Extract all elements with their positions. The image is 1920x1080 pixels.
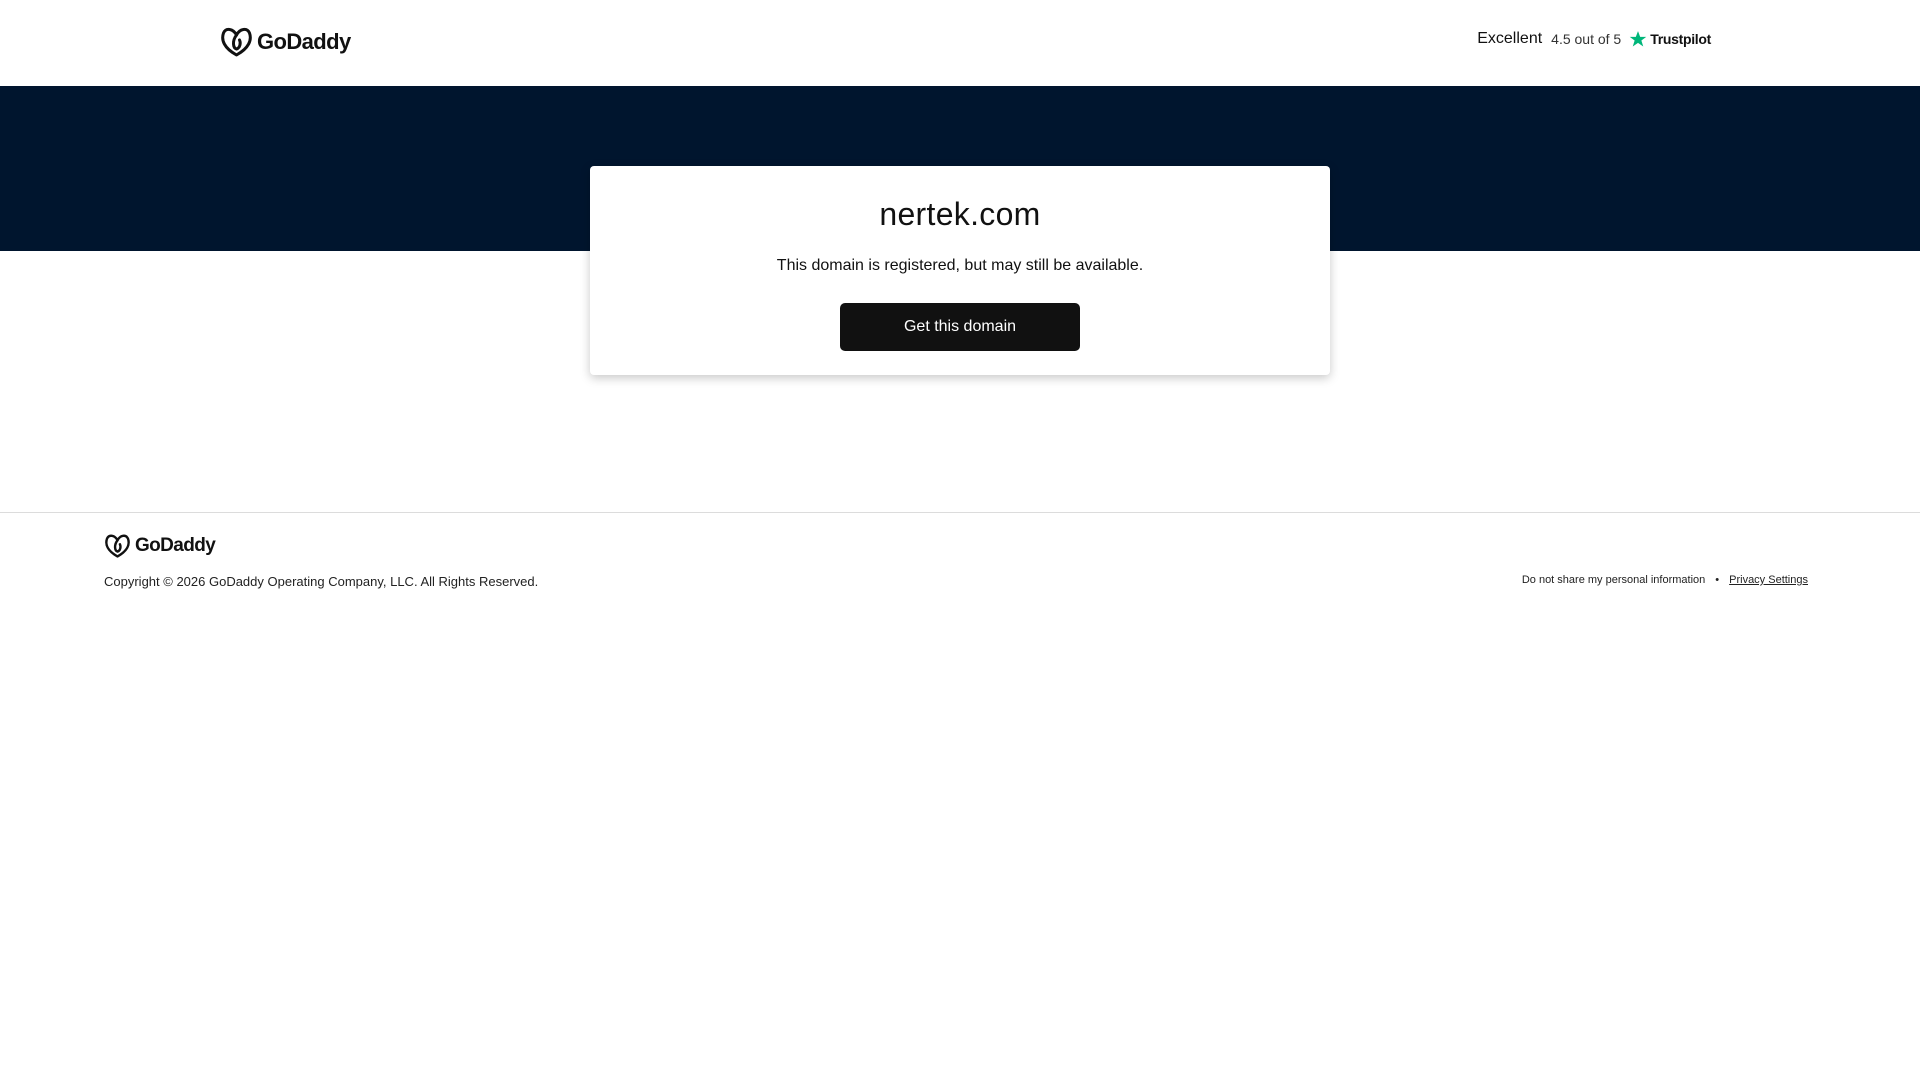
godaddy-logo-icon bbox=[105, 534, 130, 558]
link-separator: • bbox=[1715, 574, 1720, 586]
godaddy-logo-link[interactable]: GoDaddy bbox=[220, 26, 351, 57]
domain-card: nertek.com This domain is registered, bu… bbox=[590, 166, 1330, 375]
godaddy-wordmark: GoDaddy bbox=[135, 534, 216, 556]
rating-label: Excellent bbox=[1477, 30, 1543, 47]
trustpilot-rating[interactable]: Excellent 4.5 out of 5 Trustpilot bbox=[1477, 30, 1711, 48]
godaddy-logo-icon bbox=[221, 28, 252, 57]
domain-status-text: This domain is registered, but may still… bbox=[776, 257, 1144, 274]
get-this-domain-button[interactable]: Get this domain bbox=[840, 303, 1080, 351]
trustpilot-wordmark: Trustpilot bbox=[1650, 31, 1711, 47]
do-not-share-link[interactable]: Do not share my personal information bbox=[1522, 574, 1705, 586]
domain-name: nertek.com bbox=[879, 196, 1041, 232]
copyright-text: Copyright © 2026 GoDaddy Operating Compa… bbox=[104, 574, 539, 589]
site-header: GoDaddy Excellent 4.5 out of 5 Trustpilo… bbox=[0, 0, 1920, 86]
trustpilot-logo: Trustpilot bbox=[1629, 30, 1711, 48]
site-footer: GoDaddy Copyright © 2026 GoDaddy Operati… bbox=[0, 512, 1920, 612]
godaddy-wordmark: GoDaddy bbox=[257, 28, 351, 54]
footer-legal-links: Do not share my personal information • P… bbox=[1522, 574, 1808, 586]
privacy-settings-link[interactable]: Privacy Settings bbox=[1729, 574, 1808, 586]
star-icon bbox=[1629, 31, 1647, 47]
rating-score: 4.5 out of 5 bbox=[1551, 31, 1622, 47]
footer-godaddy-logo-link[interactable]: GoDaddy bbox=[104, 533, 216, 558]
